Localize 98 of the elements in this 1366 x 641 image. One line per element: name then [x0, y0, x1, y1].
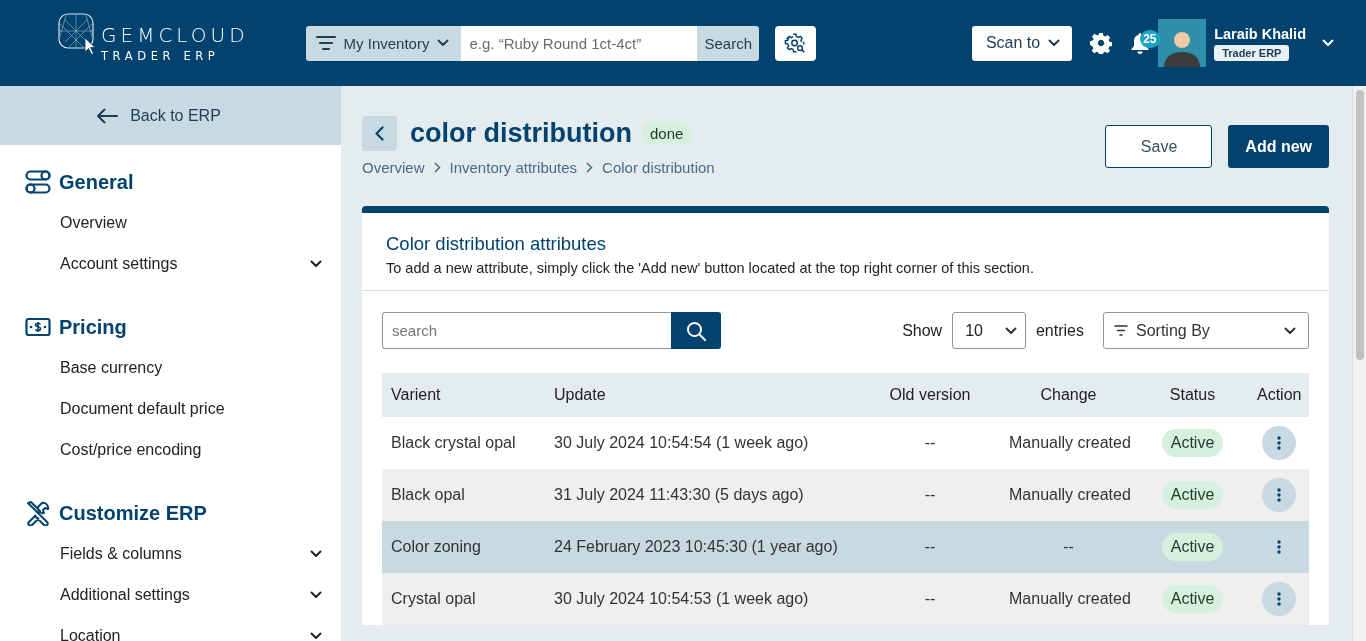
kebab-menu-icon: [1276, 540, 1281, 554]
table-cell: Color zoning: [382, 521, 545, 573]
chevron-right-icon: [586, 162, 594, 173]
section-heading: Customize ERP: [59, 501, 207, 525]
chevron-down-icon: [1004, 326, 1017, 335]
search-settings-button[interactable]: [775, 25, 816, 61]
table-cell: Black opal: [382, 469, 545, 521]
column-header: Varient: [382, 373, 545, 417]
user-name: Laraib Khalid: [1214, 25, 1306, 42]
table-search-field[interactable]: search: [382, 312, 671, 349]
settings-button[interactable]: [1090, 32, 1113, 54]
table-cell: 31 July 2024 11:43:30 (5 days ago): [545, 469, 860, 521]
user-avatar[interactable]: [1158, 19, 1207, 67]
add-new-button[interactable]: Add new: [1228, 125, 1329, 168]
gear-search-icon: [784, 32, 807, 54]
table-cell: --: [860, 521, 1000, 573]
chevron-down-icon: [310, 259, 322, 268]
table-cell: 24 February 2023 10:45:30 (1 year ago): [545, 521, 860, 573]
kebab-menu-icon: [1276, 488, 1281, 502]
table-cell: --: [860, 469, 1000, 521]
row-actions-button[interactable]: [1261, 426, 1296, 460]
menu-item[interactable]: Cost/price encoding: [25, 429, 341, 470]
submenu-item[interactable]: Location: [25, 615, 341, 641]
search-icon: [686, 320, 706, 341]
kebab-menu-icon: [1276, 592, 1281, 606]
table-cell: Manually created: [1000, 469, 1137, 521]
chevron-down-icon: [310, 590, 322, 599]
table-cell: --: [860, 573, 1000, 625]
table-cell: 30 July 2024 10:54:53 (1 week ago): [545, 573, 860, 625]
show-label: Show: [902, 321, 943, 340]
save-button[interactable]: Save: [1104, 125, 1213, 168]
column-header: Change: [1000, 373, 1137, 417]
table-cell: Manually created: [1000, 573, 1137, 625]
inventory-scope-dropdown[interactable]: My Inventory: [305, 25, 462, 61]
column-header: Update: [545, 373, 860, 417]
table-cell: --: [860, 417, 1000, 469]
card-description: To add a new attribute, simply click the 'Add new' button located at the top right corner of this section.: [386, 260, 1035, 276]
submenu-item[interactable]: Additional settings: [25, 574, 341, 615]
chevron-left-icon: [375, 126, 384, 141]
toggles-icon: [25, 169, 51, 195]
chevron-down-icon: [310, 631, 322, 640]
breadcrumb-link[interactable]: Overview: [362, 159, 425, 176]
brand-tagline: TRADER ERP: [101, 49, 221, 63]
kebab-menu-icon: [1276, 436, 1281, 450]
table-cell: --: [1000, 521, 1137, 573]
status-pill: Active: [1161, 481, 1224, 509]
user-menu-button[interactable]: [1322, 39, 1334, 47]
column-header: Status: [1137, 373, 1248, 417]
table-cell: Manually created: [1000, 417, 1137, 469]
scrollbar[interactable]: [1352, 86, 1366, 641]
row-actions-button[interactable]: [1261, 582, 1296, 616]
settings-icon: [1090, 32, 1113, 54]
table-row[interactable]: Crystal opal 30 July 2024 10:54:53 (1 week ago) -- Manually created Active: [382, 573, 1309, 625]
chevron-down-icon: [1048, 39, 1061, 47]
filter-icon: [1114, 325, 1128, 336]
back-button[interactable]: [362, 116, 397, 151]
section-heading: Pricing: [59, 315, 127, 339]
wrench-screwdriver-icon: [25, 500, 51, 526]
arrow-left-icon: [96, 107, 119, 124]
sorting-dropdown[interactable]: Sorting By: [1103, 312, 1309, 349]
user-role-tag: Trader ERP: [1214, 44, 1290, 61]
card-title: Color distribution attributes: [386, 233, 608, 255]
table-cell: Crystal opal: [382, 573, 545, 625]
table-search-button[interactable]: [671, 312, 721, 349]
status-pill: Active: [1161, 585, 1224, 613]
page-title: color distribution: [410, 118, 632, 149]
entries-label: entries: [1035, 321, 1084, 340]
filter-icon: [315, 36, 336, 50]
menu-item[interactable]: Base currency: [25, 347, 341, 388]
brand-name: GEMCLOUD: [101, 23, 249, 47]
chevron-right-icon: [433, 162, 441, 173]
table-row[interactable]: Black opal 31 July 2024 11:43:30 (5 days ago) -- Manually created Active: [382, 469, 1309, 521]
breadcrumb-current: Color distribution: [602, 159, 715, 176]
row-actions-button[interactable]: [1261, 478, 1296, 512]
inventory-search-field[interactable]: e.g. “Ruby Round 1ct-4ct”: [461, 25, 698, 61]
chevron-down-icon: [437, 39, 450, 47]
scan-to-dropdown[interactable]: Scan to: [971, 25, 1073, 61]
chevron-down-icon: [1322, 39, 1334, 47]
status-pill: Active: [1161, 429, 1224, 457]
chevron-down-icon: [310, 549, 322, 558]
column-header: Action: [1248, 373, 1309, 417]
column-header: Old version: [860, 373, 1000, 417]
menu-item[interactable]: Overview: [25, 202, 341, 243]
chevron-down-icon: [1284, 326, 1296, 335]
breadcrumb-link[interactable]: Inventory attributes: [449, 159, 578, 176]
status-tag: done: [641, 122, 693, 145]
table-cell: Black crystal opal: [382, 417, 545, 469]
menu-item[interactable]: Document default price: [25, 388, 341, 429]
submenu-item[interactable]: Fields & columns: [25, 533, 341, 574]
submenu-item[interactable]: Account settings: [25, 243, 341, 284]
table-cell: 30 July 2024 10:54:54 (1 week ago): [545, 417, 860, 469]
back-to-erp-button[interactable]: Back to ERP: [0, 86, 341, 145]
status-pill: Active: [1161, 533, 1224, 561]
notification-count-badge: 25: [1140, 30, 1160, 48]
money-bill-icon: [25, 317, 51, 337]
search-button[interactable]: Search: [697, 25, 759, 61]
section-heading: General: [59, 170, 134, 194]
page-size-dropdown[interactable]: 10: [952, 312, 1026, 349]
